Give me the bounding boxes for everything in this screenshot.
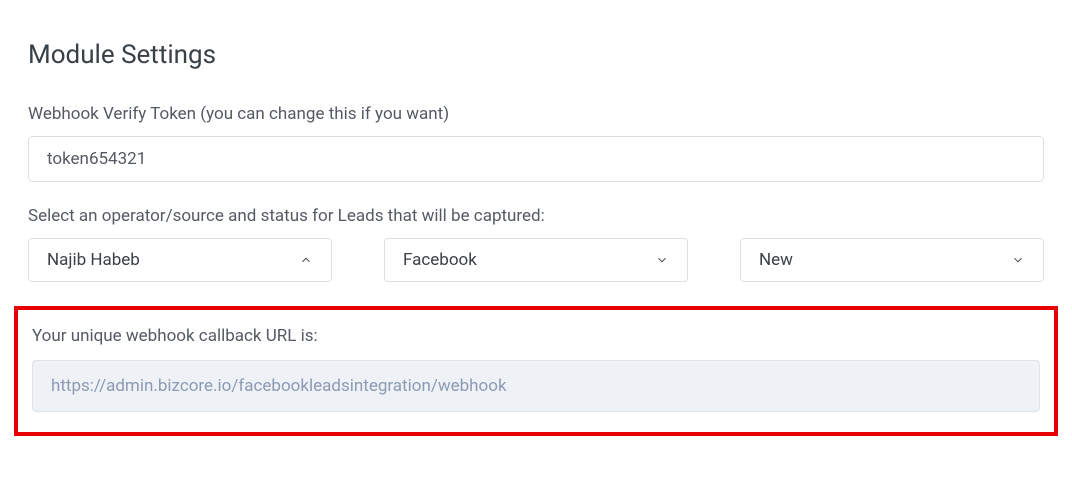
operator-select-value: Najib Habeb [47,250,140,270]
source-select[interactable]: Facebook [384,238,688,282]
chevron-down-icon [655,253,669,267]
status-select-value: New [759,250,793,270]
chevron-down-icon [1011,253,1025,267]
source-select-value: Facebook [403,250,477,270]
select-row: Najib Habeb Facebook New [28,238,1044,282]
callback-url-field[interactable] [32,360,1040,412]
operator-select[interactable]: Najib Habeb [28,238,332,282]
callback-highlight-box: Your unique webhook callback URL is: [14,306,1058,436]
callback-label: Your unique webhook callback URL is: [32,326,1040,346]
status-select[interactable]: New [740,238,1044,282]
token-label: Webhook Verify Token (you can change thi… [28,104,1044,124]
page-title: Module Settings [28,40,1044,70]
select-section-label: Select an operator/source and status for… [28,206,1044,226]
chevron-up-icon [299,253,313,267]
webhook-token-input[interactable] [28,136,1044,182]
